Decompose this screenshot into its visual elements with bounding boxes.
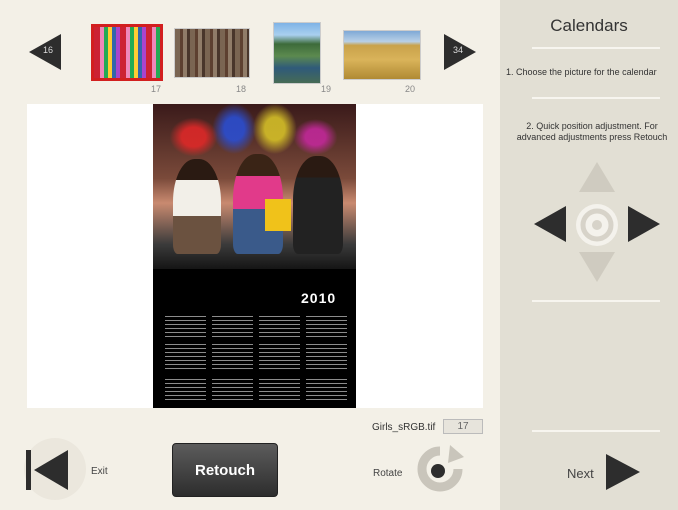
calendar-preview[interactable]: 2010 <box>153 104 356 408</box>
calendar-month <box>212 372 253 400</box>
step-2-line-1: 2. Quick position adjustment. For <box>526 121 658 131</box>
photo-shopping-bag <box>265 199 291 231</box>
thumbnail-image <box>174 28 250 78</box>
calendar-month <box>306 372 347 400</box>
photo-person <box>173 159 221 254</box>
step-1-instruction: 1. Choose the picture for the calendar <box>506 67 657 77</box>
calendar-month <box>306 341 347 369</box>
divider <box>532 430 660 432</box>
divider <box>532 47 660 49</box>
retouch-button[interactable]: Retouch <box>172 443 278 497</box>
previous-page-button[interactable]: 16 <box>27 32 63 72</box>
next-page-button[interactable]: 34 <box>442 32 478 72</box>
move-right-button[interactable] <box>626 204 662 244</box>
next-label: Next <box>567 466 594 481</box>
photo-person <box>293 156 343 254</box>
next-page-number: 34 <box>452 45 463 55</box>
calendar-month <box>259 310 300 338</box>
skip-back-icon <box>26 450 68 490</box>
arrow-up-icon <box>579 162 615 192</box>
divider <box>532 97 660 99</box>
target-icon <box>576 204 618 246</box>
rotate-icon <box>417 445 464 492</box>
calendar-month <box>165 310 206 338</box>
move-left-button[interactable] <box>532 204 568 244</box>
exit-label: Exit <box>91 466 108 477</box>
arrow-down-icon <box>579 252 615 282</box>
thumbnail[interactable]: 20 <box>343 30 421 94</box>
photo-index-field: 17 <box>443 419 483 434</box>
file-name-label: Girls_sRGB.tif <box>372 422 436 433</box>
calendar-months-grid <box>165 310 347 400</box>
thumbnail-index: 18 <box>236 84 247 94</box>
calendar-photo <box>153 104 356 269</box>
center-position-button[interactable] <box>574 202 620 248</box>
step-2-instruction: 2. Quick position adjustment. For advanc… <box>506 121 678 143</box>
arrow-left-icon <box>534 206 566 242</box>
calendar-month <box>212 341 253 369</box>
move-down-button[interactable] <box>577 250 617 284</box>
rotate-button[interactable] <box>414 443 466 495</box>
calendar-month <box>306 310 347 338</box>
thumbnail-image <box>273 22 321 84</box>
thumbnail[interactable]: 19 <box>273 22 331 94</box>
thumbnail-index: 20 <box>405 84 416 94</box>
thumbnail-image <box>91 24 163 81</box>
arrow-right-icon <box>628 206 660 242</box>
step-2-line-2: advanced adjustments press Retouch <box>516 132 668 142</box>
move-up-button[interactable] <box>577 160 617 194</box>
chevron-right-icon <box>606 454 640 490</box>
calendar-year: 2010 <box>301 290 337 306</box>
main-area: 16 17 18 19 20 34 2010 Girls_sRGB.tif 17… <box>0 0 500 510</box>
calendar-month <box>212 310 253 338</box>
previous-page-number: 16 <box>42 45 53 55</box>
next-button[interactable] <box>604 452 642 492</box>
thumbnail-selected[interactable]: 17 <box>91 24 163 94</box>
calendar-month <box>165 341 206 369</box>
divider <box>532 300 660 302</box>
thumbnail-index: 19 <box>321 84 332 94</box>
exit-button[interactable] <box>24 438 90 502</box>
calendar-month <box>259 341 300 369</box>
calendar-month <box>165 372 206 400</box>
calendar-month <box>259 372 300 400</box>
rotate-label: Rotate <box>373 468 403 479</box>
thumbnail-image <box>343 30 421 80</box>
thumbnail[interactable]: 18 <box>174 28 250 94</box>
panel-title: Calendars <box>550 16 628 35</box>
thumbnail-index: 17 <box>151 84 162 94</box>
